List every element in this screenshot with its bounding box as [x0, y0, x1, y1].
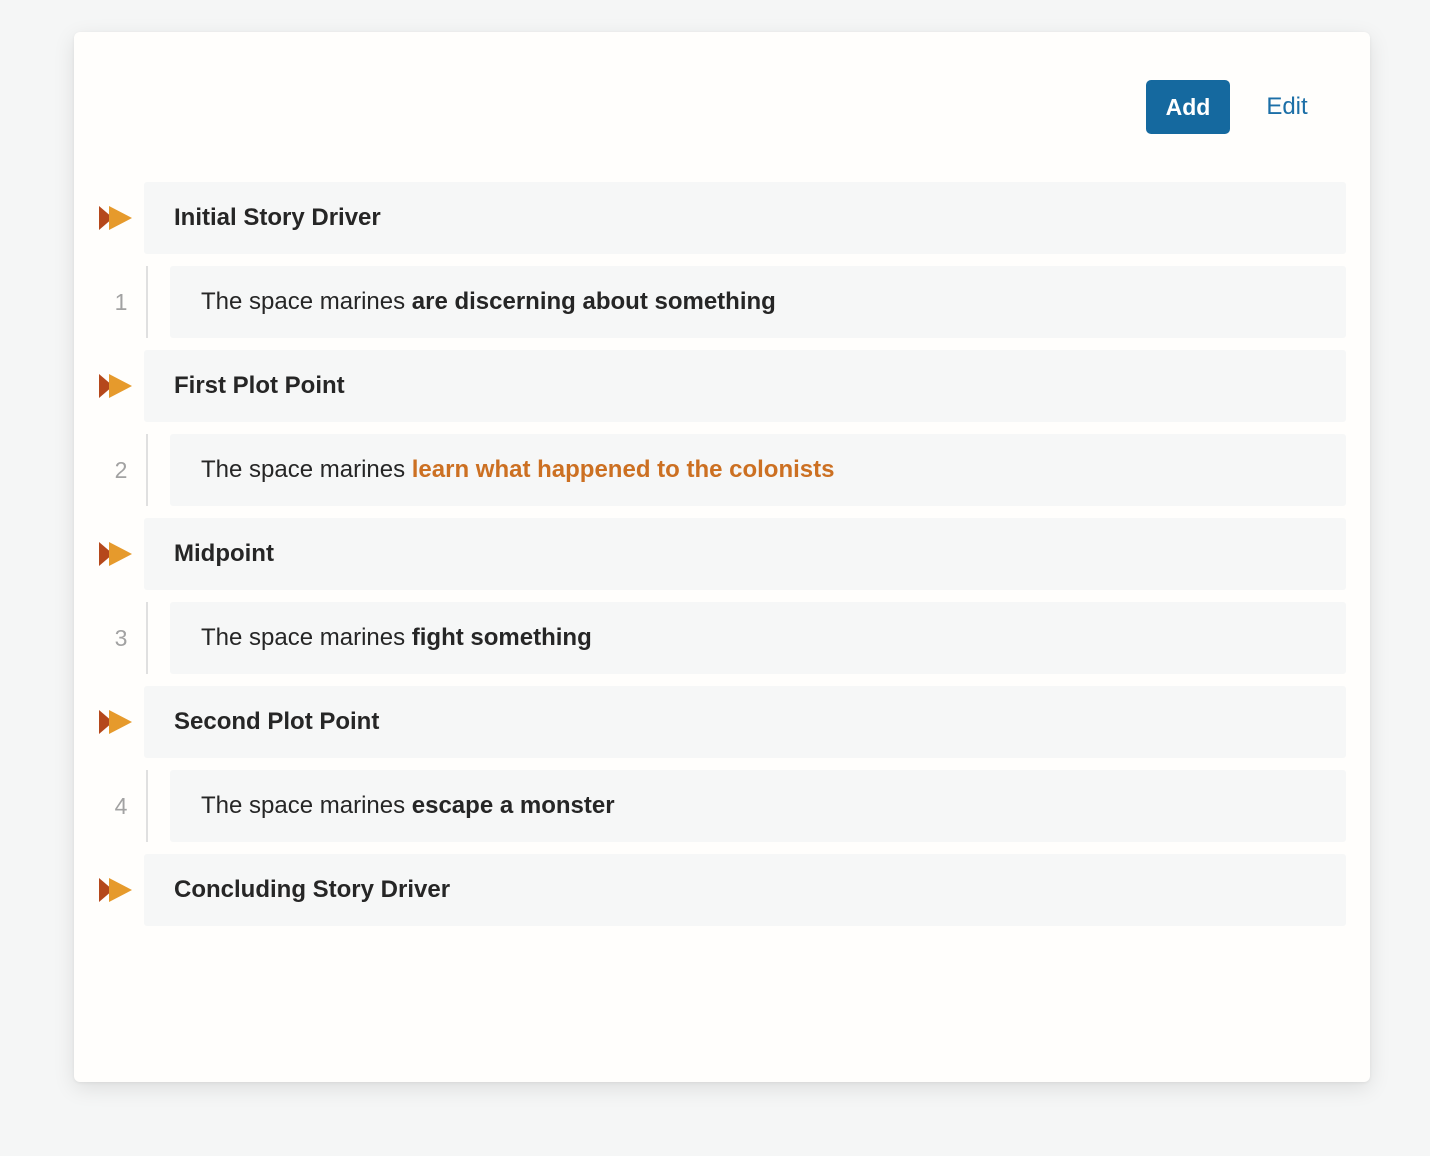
fast-forward-icon [99, 710, 132, 734]
story-driver-label: Second Plot Point [144, 686, 1346, 758]
add-button[interactable]: Add [1146, 80, 1230, 134]
fast-forward-icon [99, 374, 132, 398]
plot-event-subject: The space marines [201, 624, 412, 651]
plot-event-row[interactable]: 3 The space marines fight something [98, 602, 1346, 674]
story-driver-row[interactable]: Concluding Story Driver [98, 854, 1346, 926]
fast-forward-icon [99, 878, 132, 902]
story-driver-row[interactable]: Second Plot Point [98, 686, 1346, 758]
story-driver-row[interactable]: Initial Story Driver [98, 182, 1346, 254]
plot-event-subject: The space marines [201, 288, 412, 315]
plot-event-number: 3 [114, 624, 128, 651]
plot-event-subject: The space marines [201, 792, 412, 819]
story-structure-card: Add Edit Initial Story Driver 1 The spac… [74, 32, 1370, 1082]
plot-event-action: are discerning about something [411, 288, 776, 315]
plot-event-row[interactable]: 1 The space marines are discerning about… [98, 266, 1346, 338]
fast-forward-icon [99, 206, 132, 230]
story-driver-row[interactable]: First Plot Point [98, 350, 1346, 422]
story-driver-label: Concluding Story Driver [144, 854, 1346, 926]
story-driver-label: Midpoint [144, 518, 1346, 590]
plot-event-row[interactable]: 4 The space marines escape a monster [98, 770, 1346, 842]
plot-event-number: 4 [114, 792, 128, 819]
plot-event-divider [146, 602, 148, 674]
toolbar: Add Edit [1146, 80, 1330, 134]
edit-button[interactable]: Edit [1244, 80, 1330, 134]
plot-event-divider [146, 770, 148, 842]
plot-event-action: fight something [411, 624, 592, 651]
plot-event-subject: The space marines [201, 456, 412, 483]
plot-event-number: 1 [114, 288, 128, 315]
story-driver-label: First Plot Point [144, 350, 1346, 422]
plot-event-divider [146, 266, 148, 338]
plot-event-number: 2 [114, 456, 128, 483]
plot-event-action[interactable]: learn what happened to the colonists [412, 456, 835, 484]
story-driver-list: Initial Story Driver 1 The space marines… [98, 182, 1346, 938]
plot-event-divider [146, 434, 148, 506]
plot-event-text: The space marines escape a monster [170, 770, 1346, 842]
plot-event-action: escape a monster [411, 792, 615, 819]
fast-forward-icon [99, 542, 132, 566]
story-driver-row[interactable]: Midpoint [98, 518, 1346, 590]
plot-event-text: The space marines are discerning about s… [170, 266, 1346, 338]
story-driver-label: Initial Story Driver [144, 182, 1346, 254]
plot-event-text: The space marines learn what happened to… [170, 434, 1346, 506]
plot-event-text: The space marines fight something [170, 602, 1346, 674]
plot-event-row[interactable]: 2 The space marines learn what happened … [98, 434, 1346, 506]
